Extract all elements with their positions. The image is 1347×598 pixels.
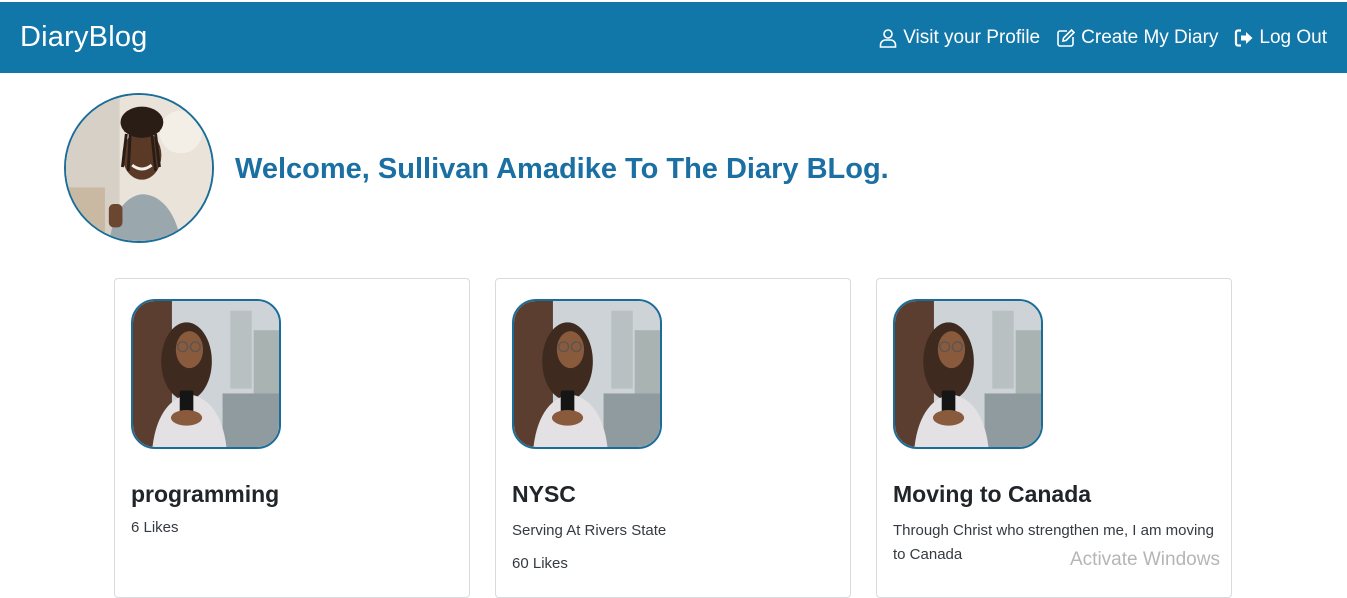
diary-card-title: programming (131, 481, 280, 507)
log-out-label: Log Out (1259, 26, 1327, 48)
visit-profile-link[interactable]: Visit your Profile (878, 27, 1040, 49)
profile-avatar (64, 93, 214, 243)
diary-card-image (893, 299, 1043, 449)
diary-card-title: Moving to Canada (893, 481, 1092, 507)
edit-icon (1056, 28, 1076, 48)
visit-profile-label: Visit your Profile (903, 26, 1041, 48)
activate-windows-watermark: Activate Windows (1070, 549, 1220, 570)
diary-card-likes: 6 Likes (131, 519, 179, 536)
nav-links: Visit your Profile Create My Diary Log O… (878, 27, 1327, 49)
diary-card[interactable]: programming 6 Likes (114, 278, 470, 598)
sign-out-icon (1234, 28, 1254, 48)
user-icon (878, 28, 898, 48)
diary-card[interactable]: NYSC Serving At Rivers State 60 Likes (495, 278, 851, 598)
diary-card-title: NYSC (512, 481, 576, 507)
welcome-heading: Welcome, Sullivan Amadike To The Diary B… (235, 152, 889, 185)
diary-card-list: programming 6 Likes NYSC Serving At Rive… (114, 278, 1232, 598)
diary-card-description: Serving At Rivers State (512, 522, 667, 539)
diary-card-likes: 60 Likes (512, 555, 568, 572)
diary-card-image (512, 299, 662, 449)
create-diary-link[interactable]: Create My Diary (1056, 27, 1218, 49)
top-navbar: DiaryBlog Visit your Profile Create My D… (0, 2, 1347, 73)
diary-card-image (131, 299, 281, 449)
create-diary-label: Create My Diary (1081, 26, 1219, 48)
brand-logo-link[interactable]: DiaryBlog (20, 21, 148, 54)
welcome-section: Welcome, Sullivan Amadike To The Diary B… (64, 93, 889, 243)
log-out-link[interactable]: Log Out (1234, 27, 1327, 49)
